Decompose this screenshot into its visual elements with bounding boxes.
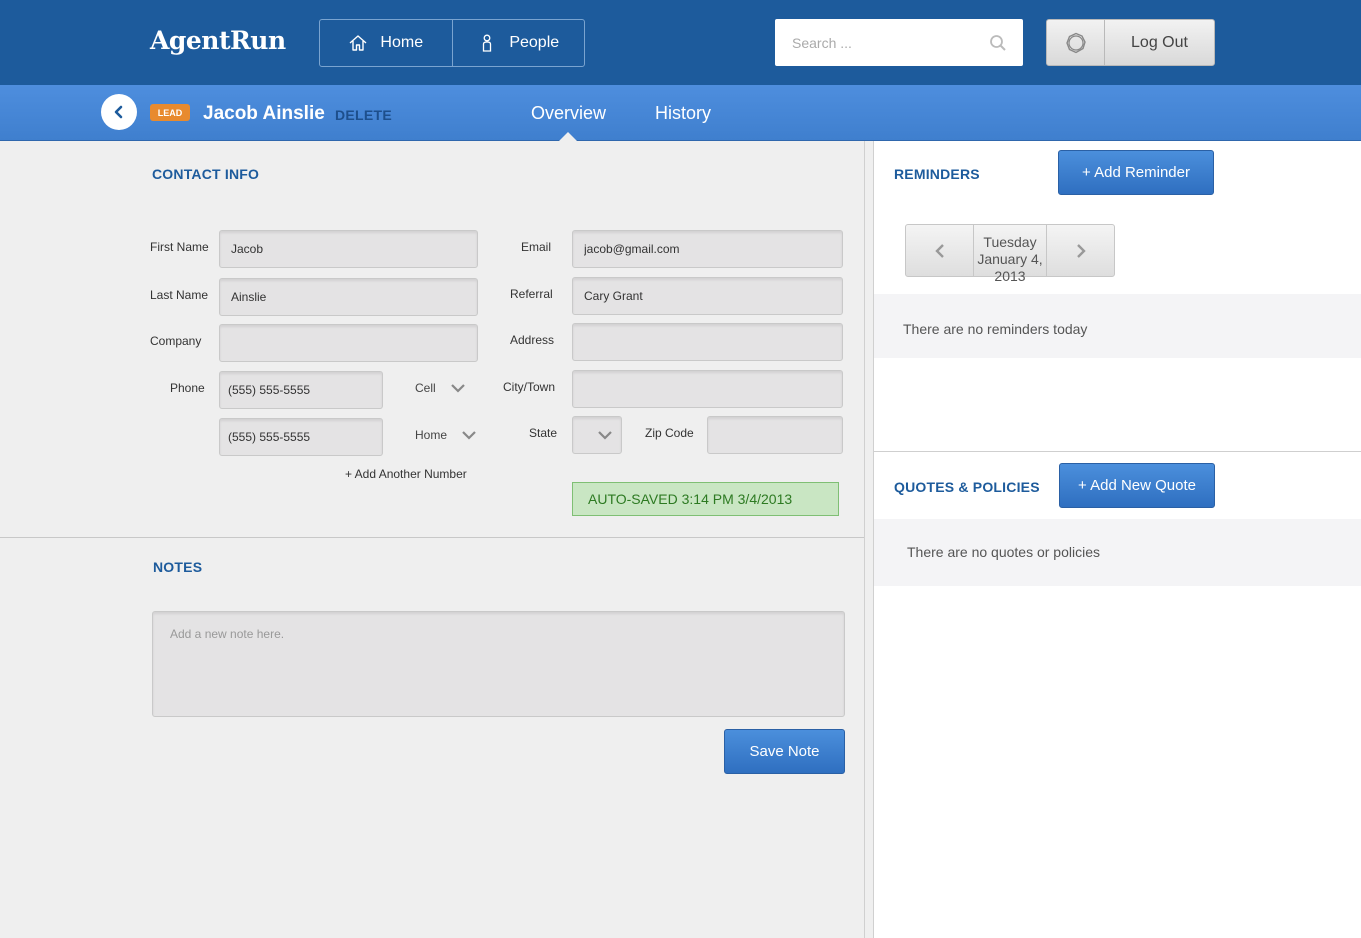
zip-label: Zip Code [645, 426, 694, 440]
phone-type-select-2[interactable]: Home [415, 428, 477, 442]
contact-info-title: CONTACT INFO [152, 166, 260, 182]
zip-field[interactable] [707, 416, 843, 454]
lead-badge: LEAD [150, 104, 190, 121]
contact-panel: CONTACT INFO First Name Last Name Compan… [0, 141, 865, 938]
address-label: Address [510, 333, 555, 347]
logout-button[interactable]: Log Out [1105, 20, 1214, 65]
nav-people-label: People [509, 34, 560, 51]
contact-name: Jacob Ainslie [203, 103, 325, 124]
company-field[interactable] [219, 324, 478, 362]
phone-type-select-1[interactable]: Cell [415, 381, 466, 395]
nav-people-button[interactable]: People [451, 20, 585, 66]
chevron-right-icon [1076, 243, 1086, 258]
date-full: January 4, 2013 [977, 251, 1043, 284]
delete-contact-button[interactable]: DELETE [335, 107, 392, 123]
search-input[interactable] [775, 19, 975, 66]
section-divider [0, 537, 864, 538]
tab-history[interactable]: History [655, 103, 711, 124]
referral-field[interactable] [572, 277, 843, 315]
first-name-label: First Name [150, 240, 209, 254]
quotes-empty-text: There are no quotes or policies [907, 544, 1100, 560]
back-button[interactable] [101, 94, 137, 130]
autosave-status: AUTO-SAVED 3:14 PM 3/4/2013 [572, 482, 839, 516]
chevron-left-icon [934, 243, 944, 258]
app-logo[interactable]: AgentRun [150, 26, 286, 55]
contact-header-bar: LEAD Jacob Ainslie DELETE Overview Histo… [0, 85, 1361, 141]
referral-label: Referral [510, 287, 553, 301]
nav-home-button[interactable]: Home [320, 20, 452, 66]
main-nav: Home People [319, 19, 585, 67]
active-tab-indicator [559, 132, 577, 141]
search-icon[interactable] [989, 34, 1007, 52]
notes-title: NOTES [153, 559, 203, 575]
phone-field-1[interactable] [219, 371, 383, 409]
city-field[interactable] [572, 370, 843, 408]
home-icon [349, 35, 367, 51]
phone-label: Phone [170, 381, 205, 395]
prev-date-button[interactable] [906, 225, 974, 276]
phone-type-1-value: Cell [415, 381, 436, 395]
address-field[interactable] [572, 323, 843, 361]
last-name-field[interactable] [219, 278, 478, 316]
add-reminder-button[interactable]: + Add Reminder [1058, 150, 1214, 195]
quotes-empty: There are no quotes or policies [874, 519, 1361, 586]
next-date-button[interactable] [1046, 225, 1114, 276]
current-date: Tuesday January 4, 2013 [974, 225, 1046, 284]
add-number-link[interactable]: + Add Another Number [345, 467, 467, 481]
chevron-down-icon [598, 431, 612, 440]
nav-home-label: Home [380, 34, 424, 51]
date-weekday: Tuesday [983, 234, 1037, 250]
chevron-left-icon [114, 105, 123, 119]
first-name-field[interactable] [219, 230, 478, 268]
company-label: Company [150, 334, 202, 348]
reminders-title: REMINDERS [894, 166, 980, 182]
reminders-empty-text: There are no reminders today [903, 321, 1088, 337]
add-quote-button[interactable]: + Add New Quote [1059, 463, 1215, 508]
chevron-down-icon [462, 431, 476, 440]
sidebar-panel: REMINDERS + Add Reminder Tuesday January… [873, 141, 1361, 938]
tab-overview[interactable]: Overview [531, 103, 606, 124]
phone-type-2-value: Home [415, 428, 448, 442]
person-icon [483, 34, 492, 52]
city-label: City/Town [503, 380, 556, 394]
save-note-button[interactable]: Save Note [724, 729, 845, 774]
date-navigator: Tuesday January 4, 2013 [905, 224, 1115, 284]
chevron-down-icon [450, 384, 465, 393]
email-field[interactable] [572, 230, 843, 268]
phone-field-2[interactable] [219, 418, 383, 456]
state-select[interactable] [572, 416, 622, 454]
right-section-divider [874, 451, 1361, 452]
note-textarea[interactable] [152, 611, 845, 717]
state-label: State [529, 426, 558, 440]
settings-button[interactable] [1047, 20, 1105, 65]
reminders-empty: There are no reminders today [874, 294, 1361, 358]
email-label: Email [521, 240, 552, 254]
gear-icon [1065, 32, 1086, 53]
user-controls: Log Out [1046, 19, 1215, 66]
search-box [775, 19, 1023, 66]
top-bar: AgentRun Home People Log Out [0, 0, 1361, 85]
quotes-title: QUOTES & POLICIES [894, 479, 1040, 495]
last-name-label: Last Name [150, 288, 209, 302]
